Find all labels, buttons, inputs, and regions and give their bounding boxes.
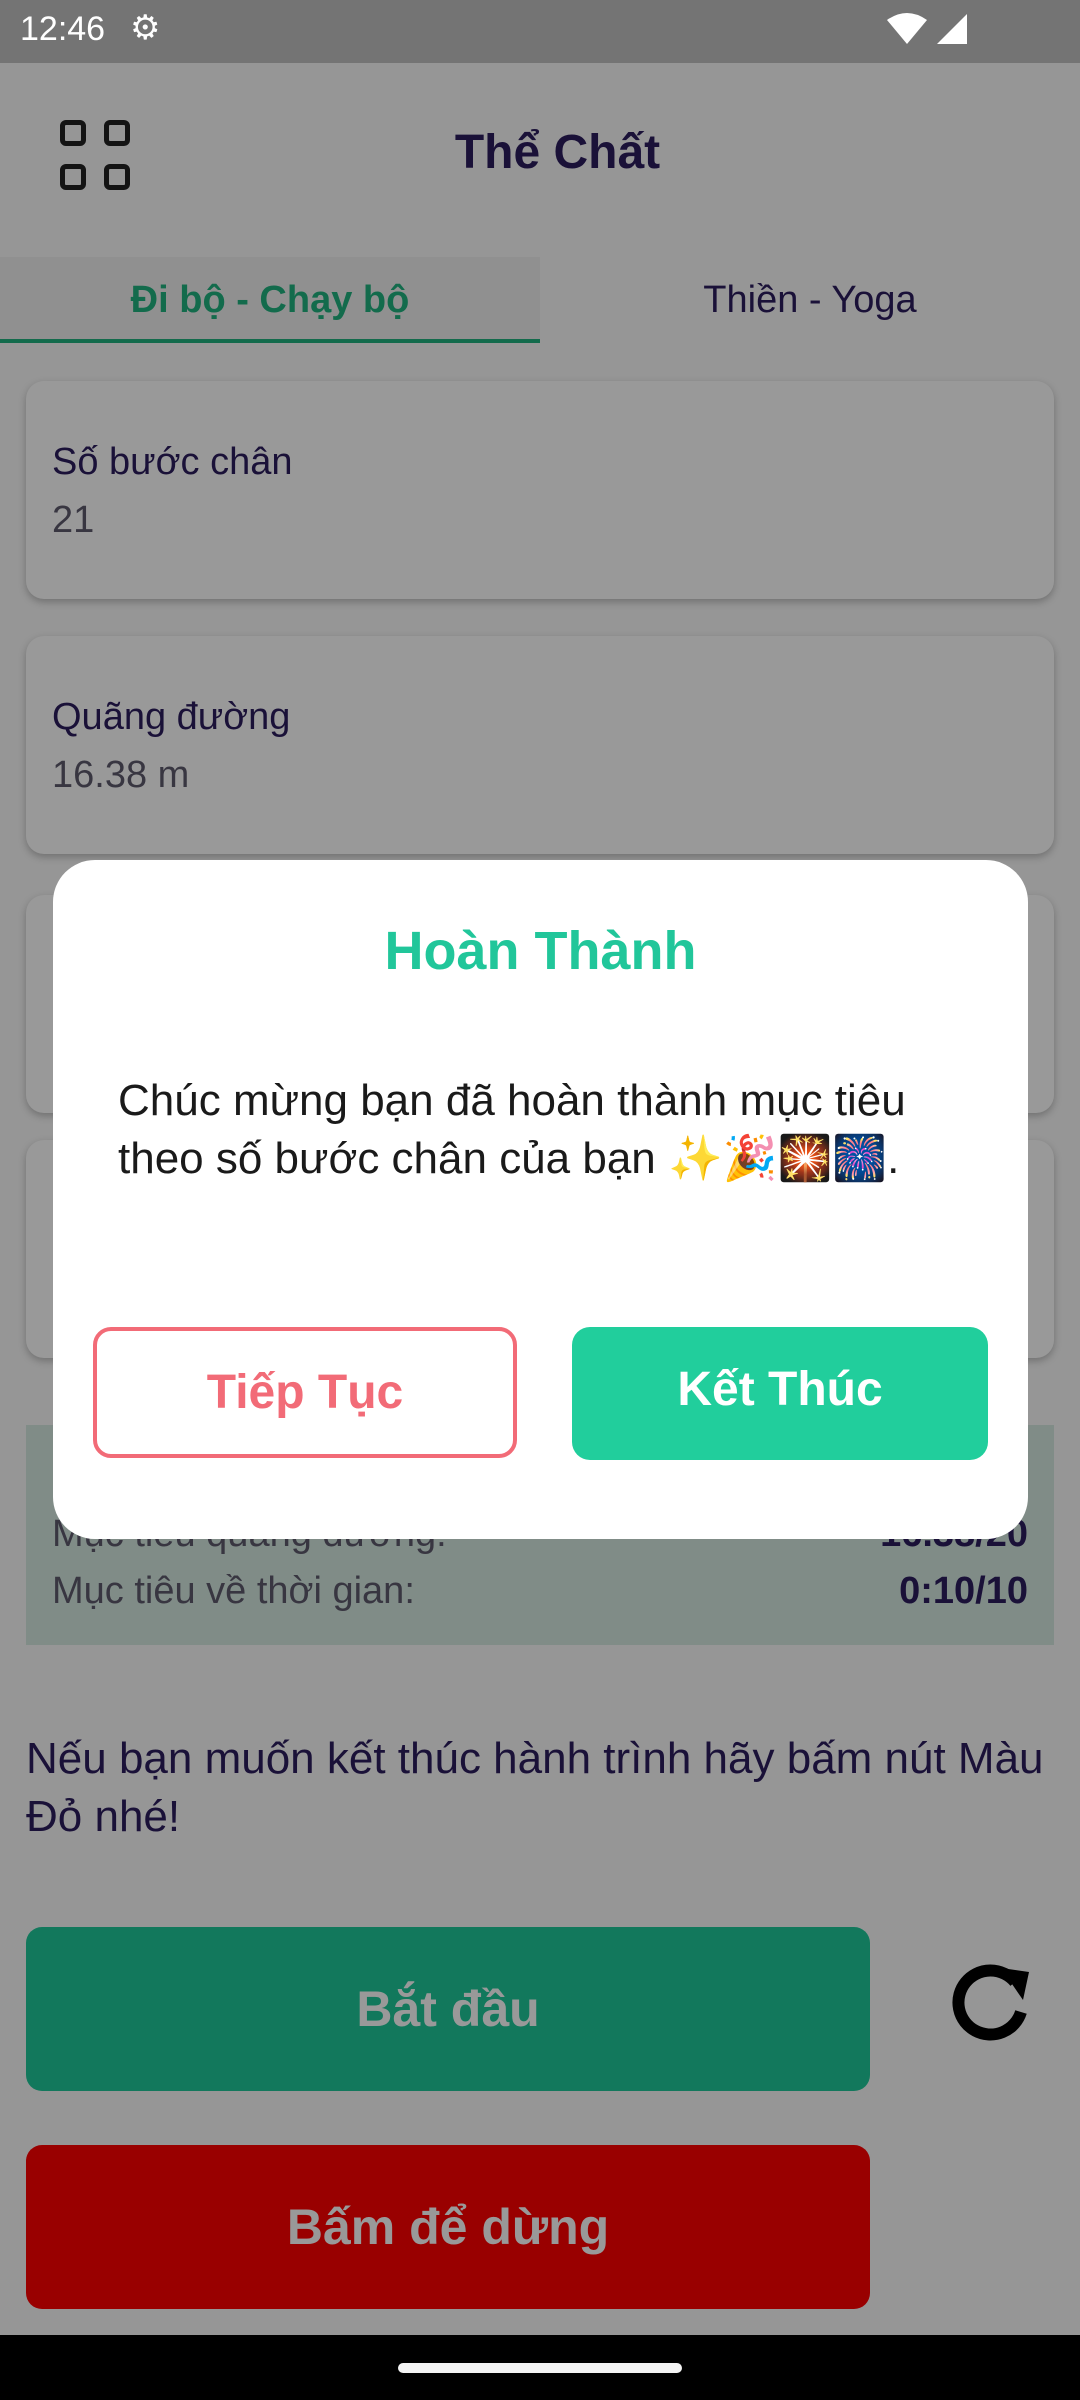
gear-icon: ⚙ [130, 9, 161, 47]
signal-icon [937, 14, 967, 44]
finish-button[interactable]: Kết Thúc [572, 1327, 988, 1460]
status-time: 12:46 [20, 10, 106, 48]
home-gesture-handle[interactable] [398, 2363, 682, 2373]
dialog-message: Chúc mừng bạn đã hoàn thành mục tiêu the… [118, 1076, 906, 1183]
wifi-icon [887, 13, 927, 44]
continue-button[interactable]: Tiếp Tục [93, 1327, 517, 1458]
dialog-title: Hoàn Thành [384, 921, 697, 981]
status-bar: 12:46 ⚙ [0, 0, 1080, 63]
